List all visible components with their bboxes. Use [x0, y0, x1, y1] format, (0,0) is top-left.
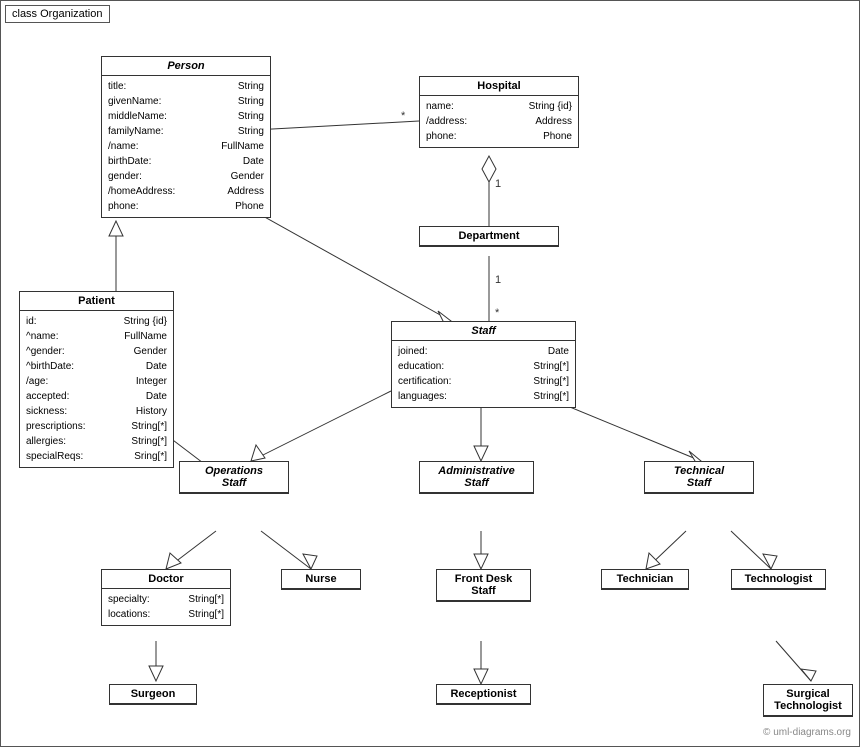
class-staff-body: joined:Date education:String[*] certific…: [392, 341, 575, 407]
class-receptionist: Receptionist: [436, 684, 531, 705]
class-doctor: Doctor specialty:String[*] locations:Str…: [101, 569, 231, 626]
svg-text:1: 1: [495, 274, 501, 286]
class-hospital: Hospital name:String {id} /address:Addre…: [419, 76, 579, 148]
class-front-desk-staff: Front DeskStaff: [436, 569, 531, 602]
class-technical-staff-header: TechnicalStaff: [645, 462, 753, 493]
class-staff: Staff joined:Date education:String[*] ce…: [391, 321, 576, 408]
class-technologist: Technologist: [731, 569, 826, 590]
class-administrative-staff: AdministrativeStaff: [419, 461, 534, 494]
class-surgeon: Surgeon: [109, 684, 197, 705]
class-doctor-body: specialty:String[*] locations:String[*]: [102, 589, 230, 625]
svg-text:*: *: [495, 307, 500, 319]
class-technician: Technician: [601, 569, 689, 590]
class-technical-staff: TechnicalStaff: [644, 461, 754, 494]
class-surgical-technologist: SurgicalTechnologist: [763, 684, 853, 717]
class-patient-body: id:String {id} ^name:FullName ^gender:Ge…: [20, 311, 173, 467]
class-operations-staff: OperationsStaff: [179, 461, 289, 494]
class-person: Person title:String givenName:String mid…: [101, 56, 271, 218]
svg-text:*: *: [401, 110, 406, 122]
class-patient-header: Patient: [20, 292, 173, 311]
class-hospital-body: name:String {id} /address:Address phone:…: [420, 96, 578, 147]
class-surgeon-header: Surgeon: [110, 685, 196, 704]
diagram-title: class Organization: [5, 5, 110, 23]
class-person-header: Person: [102, 57, 270, 76]
class-technician-header: Technician: [602, 570, 688, 589]
class-front-desk-staff-header: Front DeskStaff: [437, 570, 530, 601]
class-department-header: Department: [420, 227, 558, 246]
diagram-container: class Organization * * 1 * 1 *: [0, 0, 860, 747]
class-person-body: title:String givenName:String middleName…: [102, 76, 270, 217]
svg-text:1: 1: [495, 178, 501, 190]
class-department: Department: [419, 226, 559, 247]
class-nurse-header: Nurse: [282, 570, 360, 589]
class-surgical-technologist-header: SurgicalTechnologist: [764, 685, 852, 716]
watermark: © uml-diagrams.org: [763, 727, 851, 738]
class-nurse: Nurse: [281, 569, 361, 590]
class-administrative-staff-header: AdministrativeStaff: [420, 462, 533, 493]
class-operations-staff-header: OperationsStaff: [180, 462, 288, 493]
class-patient: Patient id:String {id} ^name:FullName ^g…: [19, 291, 174, 468]
class-receptionist-header: Receptionist: [437, 685, 530, 704]
class-technologist-header: Technologist: [732, 570, 825, 589]
class-hospital-header: Hospital: [420, 77, 578, 96]
class-staff-header: Staff: [392, 322, 575, 341]
class-doctor-header: Doctor: [102, 570, 230, 589]
